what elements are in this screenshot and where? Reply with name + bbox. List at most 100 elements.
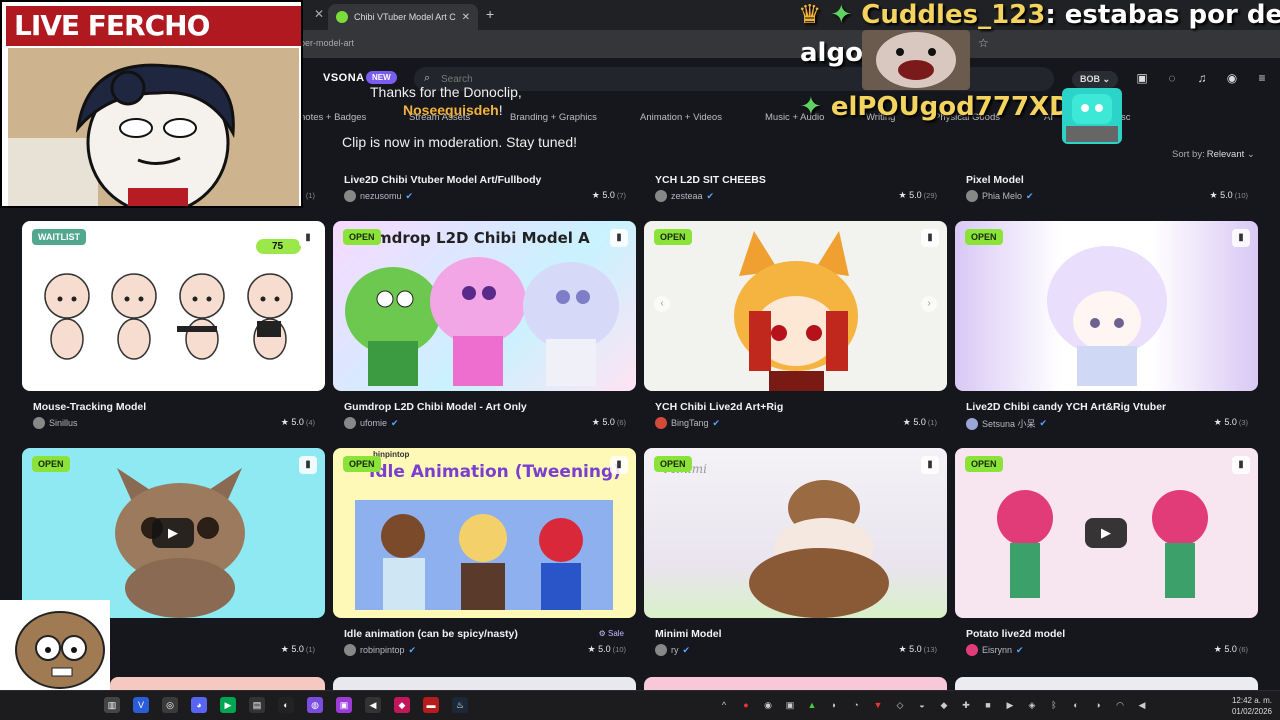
app-icon[interactable]: ▣ bbox=[336, 697, 352, 713]
bookmark-icon[interactable]: ▮ bbox=[299, 456, 317, 474]
clock[interactable]: 12:42 a. m. 01/02/2026 bbox=[1226, 695, 1272, 717]
seller[interactable]: Eisrynn ✔ bbox=[966, 644, 1024, 656]
listing-card[interactable]: Live2D Chibi Vtuber Model Art/Fullbody n… bbox=[333, 172, 636, 202]
bookmark-icon[interactable]: ▮ bbox=[299, 229, 317, 247]
seller[interactable]: robinpintop ✔ bbox=[344, 644, 416, 656]
listing-thumbnail[interactable]: binpintop Idle Animation (Tweening) bbox=[333, 448, 636, 618]
listing-thumbnail-partial[interactable] bbox=[110, 677, 325, 690]
bluetooth-icon[interactable]: ᛒ bbox=[1048, 698, 1060, 712]
bookmark-icon[interactable]: ▮ bbox=[921, 229, 939, 247]
carousel-next-icon[interactable]: › bbox=[921, 296, 937, 312]
app-icon[interactable]: ◆ bbox=[394, 697, 410, 713]
tray-icon[interactable]: ◐ bbox=[1070, 698, 1082, 712]
listing-card[interactable]: OPEN ▮ Live2D Chibi candy YCH Art&Rig Vt… bbox=[955, 221, 1258, 431]
seller[interactable]: BingTang ✔ bbox=[655, 417, 720, 429]
app-icon[interactable]: ▶ bbox=[220, 697, 236, 713]
menu-icon[interactable]: ≡ bbox=[1254, 70, 1270, 86]
close-tab-icon[interactable]: ✕ bbox=[462, 12, 470, 23]
bookmark-star-icon[interactable]: ☆ bbox=[978, 36, 989, 50]
steam-icon[interactable]: ♨ bbox=[452, 697, 468, 713]
listing-title[interactable]: YCH Chibi Live2d Art+Rig bbox=[655, 401, 783, 413]
seller[interactable]: Sinillus bbox=[33, 417, 78, 429]
account-switcher[interactable]: BOB ⌄ bbox=[1072, 71, 1119, 88]
tray-icon[interactable]: ◉ bbox=[762, 698, 774, 712]
seller[interactable]: ry ✔ bbox=[655, 644, 690, 656]
tray-icon[interactable]: ✚ bbox=[960, 698, 972, 712]
app-icon[interactable]: ▥ bbox=[104, 697, 120, 713]
tray-icon[interactable]: ◗ bbox=[828, 698, 840, 712]
tray-icon[interactable]: ◆ bbox=[938, 698, 950, 712]
listing-title[interactable]: Gumdrop L2D Chibi Model - Art Only bbox=[344, 401, 527, 413]
tray-icon[interactable]: ◑ bbox=[1092, 698, 1104, 712]
listing-title[interactable]: Idle animation (can be spicy/nasty) bbox=[344, 628, 518, 640]
seller[interactable]: Phia Melo ✔ bbox=[966, 190, 1034, 202]
tray-icon[interactable]: ▲ bbox=[806, 698, 818, 712]
category-item[interactable]: Branding + Graphics bbox=[510, 112, 597, 123]
app-icon[interactable]: ◀ bbox=[365, 697, 381, 713]
browser-tab-active[interactable]: Chibi VTuber Model Art Comm ✕ bbox=[328, 4, 478, 30]
listing-card[interactable]: binpintop Idle Animation (Tweening) OPEN… bbox=[333, 448, 636, 658]
seller[interactable]: nezusomu ✔ bbox=[344, 190, 413, 202]
seller[interactable]: zesteaa ✔ bbox=[655, 190, 714, 202]
bookmark-icon[interactable]: ▮ bbox=[610, 229, 628, 247]
category-item[interactable]: notes + Badges bbox=[300, 112, 366, 123]
notification-bell-icon[interactable]: ♫ bbox=[1194, 70, 1210, 86]
listing-thumbnail[interactable]: Minimi bbox=[644, 448, 947, 618]
listing-thumbnail-partial[interactable] bbox=[333, 677, 636, 690]
bookmark-icon[interactable]: ▮ bbox=[1232, 456, 1250, 474]
tray-icon[interactable]: ◇ bbox=[894, 698, 906, 712]
seller[interactable]: Setsuna 小呆 ✔ bbox=[966, 417, 1047, 430]
tray-icon[interactable]: ▣ bbox=[784, 698, 796, 712]
tray-icon[interactable]: ◔ bbox=[850, 698, 862, 712]
sort-dropdown[interactable]: Sort by: Relevant ⌄ bbox=[1172, 149, 1255, 160]
wifi-icon[interactable]: ◠ bbox=[1114, 698, 1126, 712]
tray-icon[interactable]: ◒ bbox=[916, 698, 928, 712]
tray-icon[interactable]: ▶ bbox=[1004, 698, 1016, 712]
listing-title[interactable]: Live2D Chibi candy YCH Art&Rig Vtuber bbox=[966, 401, 1166, 413]
profile-icon[interactable]: ◉ bbox=[1224, 70, 1240, 86]
cart-icon[interactable]: ▣ bbox=[1134, 70, 1150, 86]
close-tab-icon[interactable]: ✕ bbox=[312, 7, 326, 21]
carousel-prev-icon[interactable]: ‹ bbox=[654, 296, 670, 312]
app-icon[interactable]: ▬ bbox=[423, 697, 439, 713]
site-logo[interactable]: VSONA bbox=[323, 72, 365, 84]
discord-icon[interactable]: ◕ bbox=[191, 697, 207, 713]
app-icon[interactable]: ◐ bbox=[278, 697, 294, 713]
app-icon[interactable]: ▤ bbox=[249, 697, 265, 713]
tray-icon[interactable]: ▼ bbox=[872, 698, 884, 712]
bookmark-icon[interactable]: ▮ bbox=[610, 456, 628, 474]
video-play-icon[interactable]: ▶ bbox=[152, 518, 194, 548]
listing-thumbnail[interactable]: ‹ › bbox=[644, 221, 947, 391]
listing-thumbnail-partial[interactable] bbox=[644, 677, 947, 690]
listing-card[interactable]: Pixel Model Phia Melo ✔ ★ 5.0 (10) bbox=[955, 172, 1258, 202]
listing-title[interactable]: YCH L2D SIT CHEEBS bbox=[655, 174, 766, 186]
listing-card[interactable]: Minimi OPEN ▮ Minimi Model ry✔ ★ 5.0(13) bbox=[644, 448, 947, 658]
listing-card[interactable]: ‹ › OPEN ▮ YCH Chibi Live2d Art+Rig Bing… bbox=[644, 221, 947, 431]
listing-card[interactable]: WAITLIST 75 ▮ Mouse-Tracking Model Sinil… bbox=[22, 221, 325, 431]
listing-thumbnail-partial[interactable] bbox=[955, 677, 1258, 690]
app-icon[interactable]: ◍ bbox=[307, 697, 323, 713]
bookmark-icon[interactable]: ▮ bbox=[1232, 229, 1250, 247]
listing-card[interactable]: Gumdrop L2D Chibi Model A OPEN ▮ Gumdrop… bbox=[333, 221, 636, 431]
tray-icon[interactable]: ● bbox=[740, 698, 752, 712]
seller[interactable]: ufomie ✔ bbox=[344, 417, 399, 429]
video-play-icon[interactable]: ▶ bbox=[1085, 518, 1127, 548]
chevron-up-icon[interactable]: ^ bbox=[718, 698, 730, 712]
tray-icon[interactable]: ■ bbox=[982, 698, 994, 712]
category-item[interactable]: Animation + Videos bbox=[640, 112, 722, 123]
listing-title[interactable]: Pixel Model bbox=[966, 174, 1024, 186]
listing-thumbnail[interactable] bbox=[955, 221, 1258, 391]
listing-title[interactable]: Mouse-Tracking Model bbox=[33, 401, 146, 413]
listing-thumbnail[interactable]: Gumdrop L2D Chibi Model A bbox=[333, 221, 636, 391]
bookmark-icon[interactable]: ▮ bbox=[921, 456, 939, 474]
chat-icon[interactable]: ◌ bbox=[1164, 70, 1180, 86]
new-tab-icon[interactable]: + bbox=[486, 6, 494, 22]
listing-card[interactable]: YCH L2D SIT CHEEBS zesteaa ✔ ★ 5.0 (29) bbox=[644, 172, 947, 202]
volume-icon[interactable]: ◀ bbox=[1136, 698, 1148, 712]
tray-icon[interactable]: ◈ bbox=[1026, 698, 1038, 712]
listing-title[interactable]: Potato live2d model bbox=[966, 628, 1065, 640]
listing-title[interactable]: Minimi Model bbox=[655, 628, 722, 640]
app-icon[interactable]: V bbox=[133, 697, 149, 713]
listing-card[interactable]: ▶ OPEN ▮ Potato live2d model Eisrynn ✔ ★ … bbox=[955, 448, 1258, 658]
chrome-icon[interactable]: ◎ bbox=[162, 697, 178, 713]
